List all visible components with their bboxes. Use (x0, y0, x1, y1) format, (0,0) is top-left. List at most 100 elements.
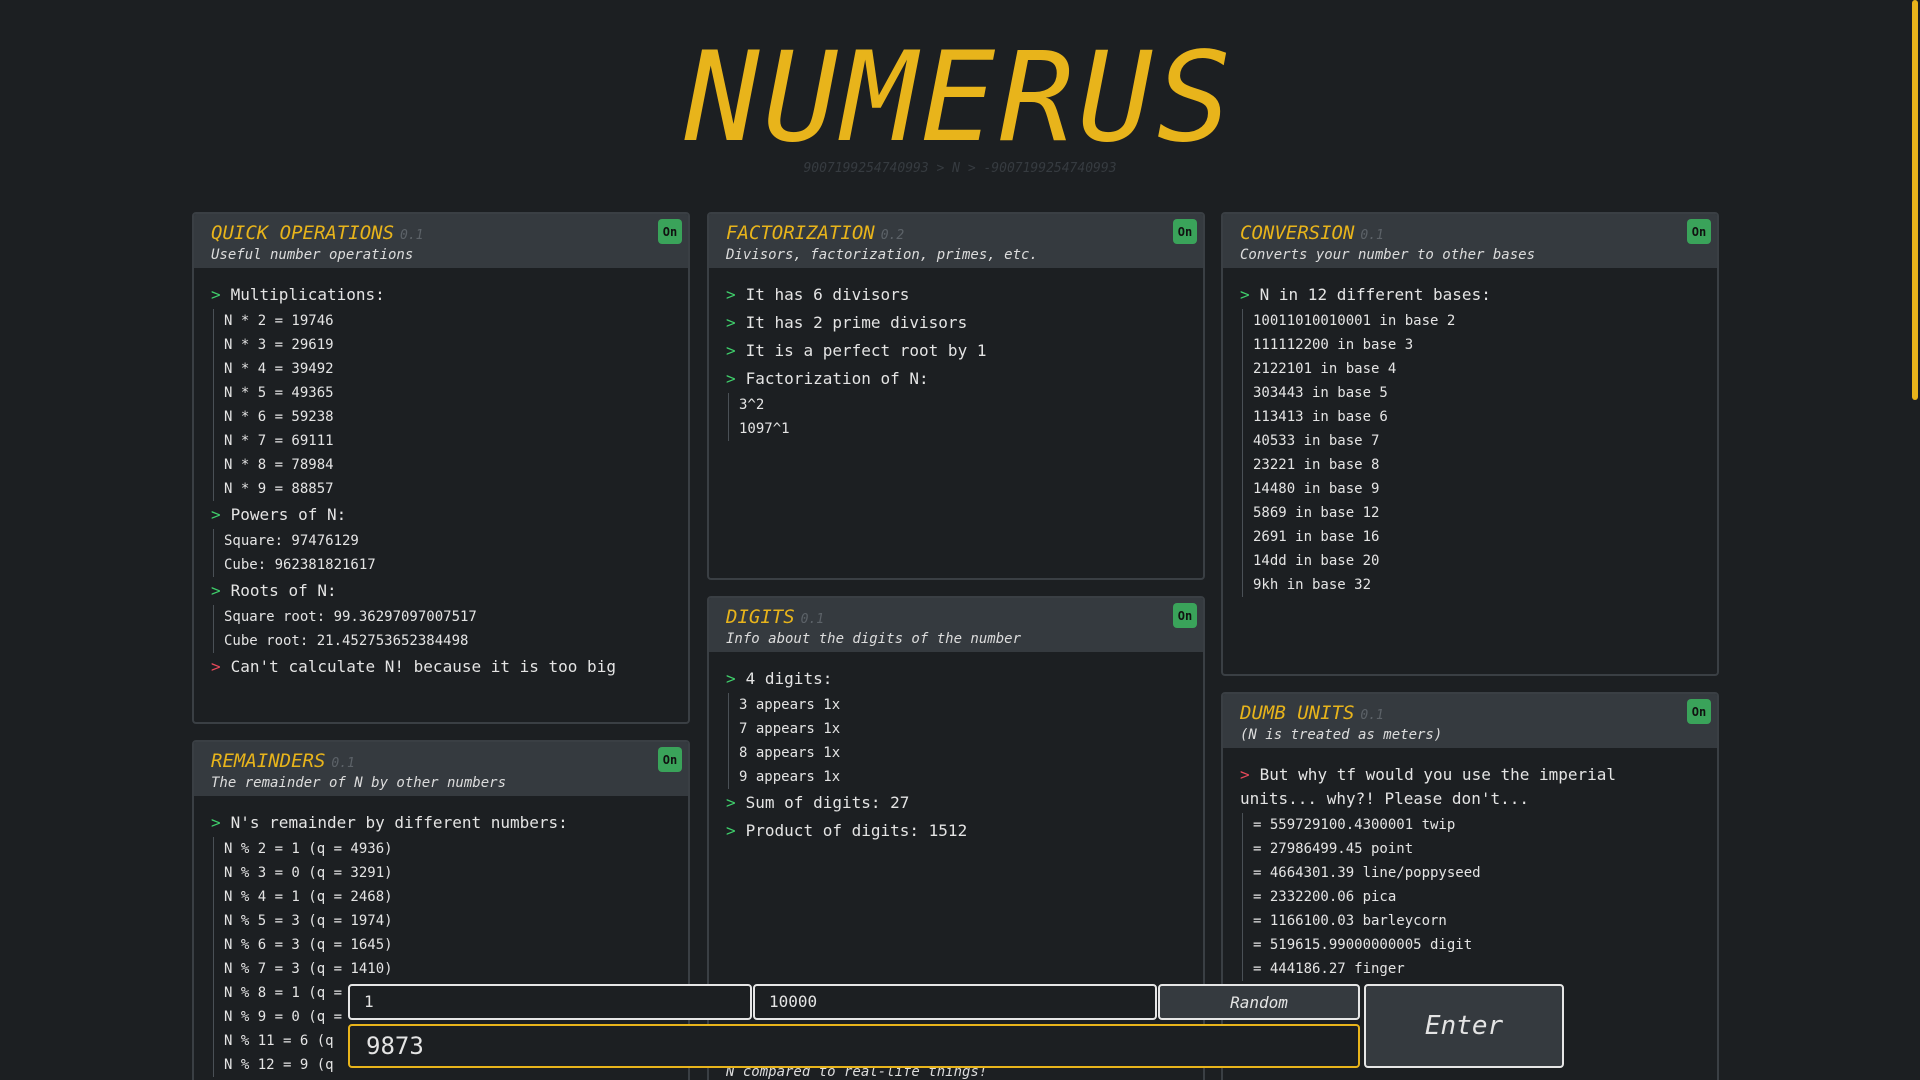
list-item: N * 9 = 88857 (213, 477, 671, 501)
list-item: N % 2 = 1 (q = 4936) (213, 837, 671, 861)
enter-button[interactable]: Enter (1364, 984, 1564, 1068)
section-heading: > N in 12 different bases: (1240, 281, 1700, 309)
list-item: 14dd in base 20 (1242, 549, 1700, 573)
digit-sum-line: Sum of digits: 27 (745, 793, 910, 812)
factorization-heading: Factorization of N: (745, 369, 929, 388)
list-item: Cube root: 21.452753652384498 (213, 629, 671, 653)
roots-heading: Roots of N: (230, 581, 337, 600)
list-item: N * 2 = 19746 (213, 309, 671, 333)
chevron-right-icon: > (211, 285, 221, 304)
range-subtitle: 9007199254740993 > N > -9007199254740993 (803, 161, 1117, 176)
page-scrollbar[interactable] (1910, 0, 1920, 1080)
section-heading: > It has 2 prime divisors (726, 309, 1186, 337)
chevron-right-icon: > (726, 369, 736, 388)
list-item: 23221 in base 8 (1242, 453, 1700, 477)
list-item: 8 appears 1x (728, 741, 1186, 765)
list-item: = 519615.99000000005 digit (1242, 933, 1700, 957)
toggle-on-button[interactable]: On (658, 219, 682, 244)
list-item: Cube: 962381821617 (213, 553, 671, 577)
card-version: 0.1 (331, 756, 355, 771)
list-item: 303443 in base 5 (1242, 381, 1700, 405)
list-item: 9 appears 1x (728, 765, 1186, 789)
min-input[interactable]: 1 (348, 984, 752, 1020)
list-item: N * 7 = 69111 (213, 429, 671, 453)
card-conversion: CONVERSION 0.1 Converts your number to ot… (1221, 212, 1719, 676)
chevron-right-icon: > (1240, 285, 1250, 304)
list-item: = 559729100.4300001 twip (1242, 813, 1700, 837)
toggle-on-button[interactable]: On (1173, 219, 1197, 244)
card-version: 0.1 (1360, 228, 1384, 243)
list-item: 113413 in base 6 (1242, 405, 1700, 429)
chevron-right-icon: > (726, 341, 736, 360)
chevron-right-icon: > (211, 581, 221, 600)
chevron-right-icon: > (211, 813, 221, 832)
card-title: DIGITS (726, 606, 795, 628)
list-item: 2122101 in base 4 (1242, 357, 1700, 381)
card-description: (N is treated as meters) (1240, 727, 1443, 743)
list-item: 10011010010001 in base 2 (1242, 309, 1700, 333)
toggle-on-button[interactable]: On (658, 747, 682, 772)
digits-heading: 4 digits: (745, 669, 833, 688)
section-heading: > Factorization of N: (726, 365, 1186, 393)
list-item: N % 5 = 3 (q = 1974) (213, 909, 671, 933)
list-item: 7 appears 1x (728, 717, 1186, 741)
toggle-on-button[interactable]: On (1687, 219, 1711, 244)
multiplications-heading: Multiplications: (230, 285, 385, 304)
section-heading: > Product of digits: 1512 (726, 817, 1186, 845)
card-body: > Multiplications: N * 2 = 19746 N * 3 = … (194, 268, 688, 681)
digit-product-line: Product of digits: 1512 (745, 821, 968, 840)
section-heading: > Roots of N: (211, 577, 671, 605)
chevron-right-icon: > (726, 793, 736, 812)
card-description: Useful number operations (211, 247, 414, 263)
max-input[interactable]: 10000 (753, 984, 1157, 1020)
list-item: 111112200 in base 3 (1242, 333, 1700, 357)
remainders-heading: N's remainder by different numbers: (230, 813, 568, 832)
section-heading: > Multiplications: (211, 281, 671, 309)
card-title: FACTORIZATION (726, 222, 875, 244)
card-title: CONVERSION (1240, 222, 1355, 244)
scrollbar-thumb[interactable] (1912, 0, 1918, 400)
number-input[interactable]: 9873 (348, 1024, 1360, 1068)
list-item: = 2332200.06 pica (1242, 885, 1700, 909)
list-item: N % 7 = 3 (q = 1410) (213, 957, 671, 981)
bases-heading: N in 12 different bases: (1259, 285, 1491, 304)
chevron-right-icon: > (726, 313, 736, 332)
card-header: REMAINDERS 0.1 The remainder of N by othe… (194, 742, 688, 796)
card-title: QUICK OPERATIONS (211, 222, 395, 244)
powers-heading: Powers of N: (230, 505, 347, 524)
card-factorization: FACTORIZATION 0.2 Divisors, factorization… (707, 212, 1205, 580)
divisors-line: It has 6 divisors (745, 285, 910, 304)
imperial-warning: But why tf would you use the imperial un… (1240, 765, 1617, 808)
card-body: >4 digits: 3 appears 1x 7 appears 1x 8 a… (709, 652, 1203, 845)
card-quick-operations: QUICK OPERATIONS 0.1 Useful number operat… (192, 212, 690, 724)
list-item: N * 3 = 29619 (213, 333, 671, 357)
chevron-right-icon: > (1240, 765, 1250, 784)
list-item: 9kh in base 32 (1242, 573, 1700, 597)
card-description: The remainder of N by other numbers (211, 775, 507, 791)
list-item: N * 8 = 78984 (213, 453, 671, 477)
card-body: > But why tf would you use the imperial u… (1223, 748, 1717, 981)
list-item: = 27986499.45 point (1242, 837, 1700, 861)
list-item: 5869 in base 12 (1242, 501, 1700, 525)
perfect-root-line: It is a perfect root by 1 (745, 341, 987, 360)
card-description: Converts your number to other bases (1240, 247, 1536, 263)
section-heading: > Powers of N: (211, 501, 671, 529)
card-header: FACTORIZATION 0.2 Divisors, factorization… (709, 214, 1203, 268)
toggle-on-button[interactable]: On (1687, 699, 1711, 724)
list-item: 14480 in base 9 (1242, 477, 1700, 501)
toggle-on-button[interactable]: On (1173, 603, 1197, 628)
error-message: Can't calculate N! because it is too big (230, 657, 616, 676)
list-item: 3 appears 1x (728, 693, 1186, 717)
card-header: CONVERSION 0.1 Converts your number to ot… (1223, 214, 1717, 268)
list-item: 3^2 (728, 393, 1186, 417)
random-button[interactable]: Random (1158, 984, 1360, 1020)
card-version: 0.1 (1360, 708, 1384, 723)
chevron-right-icon: > (726, 669, 736, 688)
card-header: DUMB UNITS 0.1 (N is treated as meters) O… (1223, 694, 1717, 748)
warning-line: > But why tf would you use the imperial u… (1240, 761, 1700, 813)
error-line: > Can't calculate N! because it is too bi… (211, 653, 671, 681)
list-item: N % 6 = 3 (q = 1645) (213, 933, 671, 957)
card-version: 0.2 (880, 228, 905, 243)
app-root: NUMERUS 9007199254740993 > N > -90071992… (0, 0, 1920, 1080)
list-item: N * 6 = 59238 (213, 405, 671, 429)
